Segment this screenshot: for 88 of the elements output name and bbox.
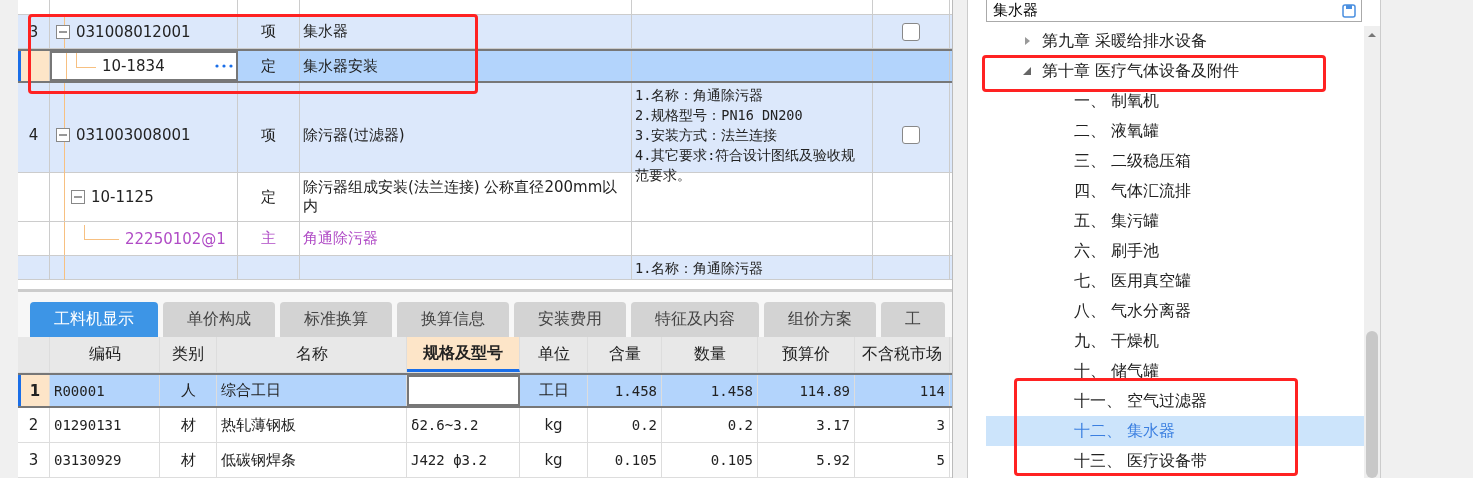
- table-cell: R00001: [50, 375, 160, 406]
- collapse-icon[interactable]: [56, 128, 70, 142]
- scrollbar[interactable]: [1364, 26, 1380, 478]
- type-cell: 定: [261, 187, 276, 207]
- tree-item[interactable]: 十、 储气罐: [986, 356, 1364, 386]
- tab[interactable]: 换算信息: [397, 301, 509, 337]
- table-cell: 0.105: [588, 443, 662, 477]
- row-number: 2: [18, 408, 50, 442]
- tree-item[interactable]: 十三、 医疗设备带: [986, 446, 1364, 476]
- table-cell: 3: [855, 408, 950, 442]
- type-cell: 项: [261, 22, 276, 41]
- row-number: 3: [18, 443, 50, 477]
- type-cell: 项: [261, 125, 276, 145]
- table-cell: 0.105: [662, 443, 758, 477]
- tree-item[interactable]: 八、 气水分离器: [986, 296, 1364, 326]
- table-cell: 热轧薄钢板: [217, 408, 407, 442]
- table-cell: 低碳钢焊条: [217, 443, 407, 477]
- tab[interactable]: 标准换算: [280, 301, 392, 337]
- table-cell: 人: [160, 375, 217, 406]
- item-code: 22250102@1: [125, 229, 226, 248]
- search-field[interactable]: 集水器: [986, 0, 1362, 22]
- table-cell: 01290131: [50, 408, 160, 442]
- tab[interactable]: 组价方案: [764, 301, 876, 337]
- tree-item[interactable]: 五、 集污罐: [986, 206, 1364, 236]
- item-code: 10-1834: [102, 57, 165, 75]
- collapse-icon[interactable]: [1022, 66, 1032, 76]
- tab[interactable]: 安装费用: [514, 301, 626, 337]
- expand-icon[interactable]: [1022, 36, 1032, 46]
- column-header[interactable]: 编码: [50, 337, 160, 372]
- column-header[interactable]: 规格及型号: [407, 337, 520, 372]
- tree-item[interactable]: 六、 刷手池: [986, 236, 1364, 266]
- tree-item[interactable]: 三、 二级稳压箱: [986, 146, 1364, 176]
- table-cell: 材: [160, 443, 217, 477]
- tree-item[interactable]: 九、 干燥机: [986, 326, 1364, 356]
- table-cell: 材: [160, 408, 217, 442]
- table-cell: 5: [855, 443, 950, 477]
- tree-line: [84, 225, 119, 240]
- item-code: 031008012001: [76, 22, 191, 41]
- table-cell: 114.89: [758, 375, 855, 406]
- item-code: 031003008001: [76, 126, 191, 144]
- name-cell: 集水器安装: [303, 56, 378, 76]
- tree-line: [76, 52, 96, 68]
- table-cell: kg: [520, 408, 588, 442]
- name-cell-text: 除污器组成安装(法兰连接) 公称直径200mm以内: [303, 178, 619, 216]
- tree-chapter[interactable]: 第九章 采暖给排水设备: [1042, 30, 1208, 52]
- table-cell: 工日: [520, 375, 588, 406]
- name-cell: 角通除污器: [303, 229, 378, 248]
- type-cell: 主: [261, 229, 276, 248]
- tab[interactable]: 单价构成: [163, 301, 275, 337]
- type-cell: 定: [261, 56, 276, 76]
- row-number: 1: [18, 375, 50, 406]
- checkbox[interactable]: [902, 22, 920, 41]
- tree-item[interactable]: 四、 气体汇流排: [986, 176, 1364, 206]
- column-header[interactable]: 数量: [662, 337, 758, 372]
- item-code: 10-1125: [91, 188, 154, 206]
- table-cell: J422 ф3.2: [407, 443, 520, 477]
- table-cell: 0.2: [588, 408, 662, 442]
- feature-cell: 1.名称：角通除污器: [632, 256, 873, 280]
- name-cell: 除污器(过滤器): [303, 125, 405, 145]
- table-cell: δ2.6~3.2: [407, 408, 520, 442]
- table-cell: 3.17: [758, 408, 855, 442]
- table-cell: 1.458: [588, 375, 662, 406]
- tree-item[interactable]: 一、 制氧机: [986, 86, 1364, 116]
- checkbox[interactable]: [902, 126, 920, 144]
- table-cell: 0.2: [662, 408, 758, 442]
- table-cell: 1.458: [662, 375, 758, 406]
- scroll-thumb[interactable]: [1366, 331, 1378, 478]
- column-header[interactable]: 预算价: [758, 337, 855, 372]
- tree-item[interactable]: 七、 医用真空罐: [986, 266, 1364, 296]
- column-header[interactable]: 含量: [588, 337, 662, 372]
- tab[interactable]: 特征及内容: [631, 301, 759, 337]
- tree-item[interactable]: 十一、 空气过滤器: [986, 386, 1364, 416]
- collapse-icon[interactable]: [56, 24, 70, 39]
- name-cell: 集水器: [303, 22, 348, 41]
- table-cell: 114: [855, 375, 950, 406]
- column-header[interactable]: 不含税市场: [855, 337, 950, 372]
- column-header[interactable]: 类别: [160, 337, 217, 372]
- table-cell: 5.92: [758, 443, 855, 477]
- save-icon[interactable]: [1342, 4, 1356, 18]
- column-header[interactable]: 单位: [520, 337, 588, 372]
- tree-chapter[interactable]: 第十章 医疗气体设备及附件: [1042, 60, 1240, 82]
- table-cell: kg: [520, 443, 588, 477]
- table-cell: 03130929: [50, 443, 160, 477]
- code-cell[interactable]: 10-1834: [50, 51, 238, 81]
- more-icon[interactable]: [215, 64, 233, 68]
- tab[interactable]: 工: [881, 301, 945, 337]
- collapse-icon[interactable]: [71, 190, 85, 204]
- tree-item[interactable]: 二、 液氧罐: [986, 116, 1364, 146]
